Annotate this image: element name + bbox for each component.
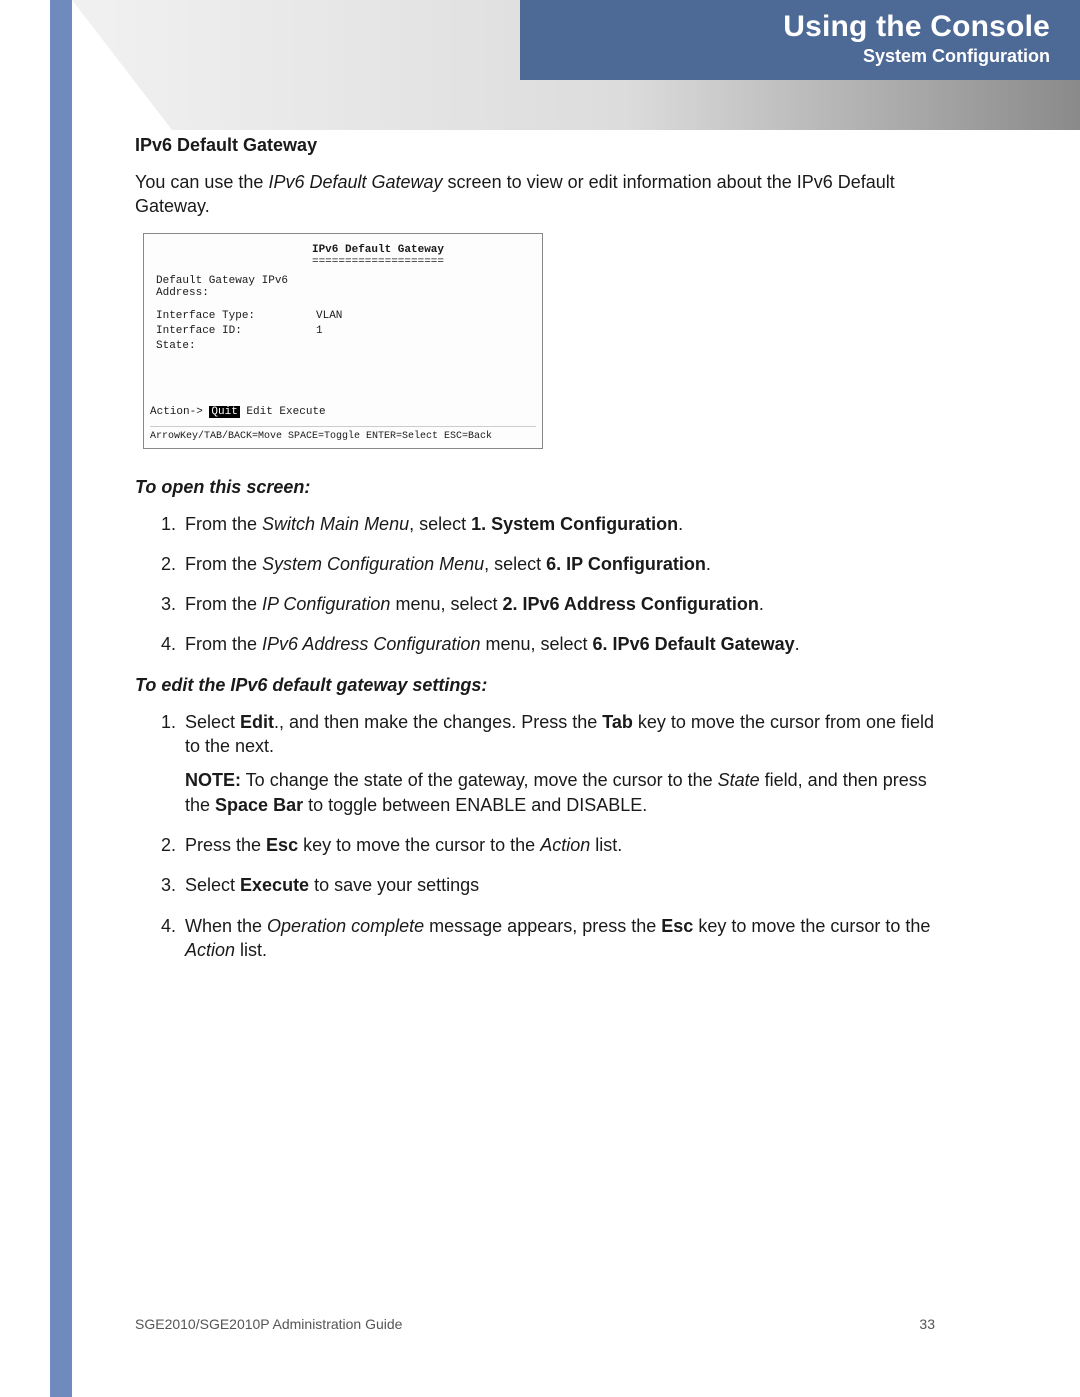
console-action-line: Action-> Quit Edit Execute [150, 406, 536, 418]
list-item: When the Operation complete message appe… [181, 914, 935, 963]
console-label: Interface Type: [156, 310, 316, 322]
console-label: Default Gateway IPv6 Address: [156, 275, 316, 299]
header-subtitle: System Configuration [520, 46, 1050, 67]
header-title: Using the Console [520, 10, 1050, 44]
console-hint: ArrowKey/TAB/BACK=Move SPACE=Toggle ENTE… [150, 426, 536, 442]
action-prefix: Action-> [150, 406, 203, 418]
list-item: From the IP Configuration menu, select 2… [181, 592, 935, 616]
footer-left: SGE2010/SGE2010P Administration Guide [135, 1316, 402, 1332]
console-value: VLAN [316, 310, 342, 322]
list-item: From the IPv6 Address Configuration menu… [181, 632, 935, 656]
console-value: 1 [316, 325, 323, 337]
intro-text-a: You can use the [135, 172, 268, 192]
edit-steps: Select Edit., and then make the changes.… [181, 710, 935, 962]
list-item: Select Execute to save your settings [181, 873, 935, 897]
list-item: Press the Esc key to move the cursor to … [181, 833, 935, 857]
list-item: Select Edit., and then make the changes.… [181, 710, 935, 817]
page-number: 33 [919, 1316, 935, 1332]
console-bottom: Action-> Quit Edit Execute ArrowKey/TAB/… [150, 406, 536, 442]
open-steps: From the Switch Main Menu, select 1. Sys… [181, 512, 935, 657]
console-screenshot: IPv6 Default Gateway ===================… [143, 233, 543, 449]
console-label: Interface ID: [156, 325, 316, 337]
note-label: NOTE: [185, 770, 241, 790]
section-heading: IPv6 Default Gateway [135, 135, 935, 156]
left-vertical-stripe [50, 0, 72, 1397]
console-row: Default Gateway IPv6 Address: [156, 275, 530, 299]
console-row: Interface ID: 1 [156, 325, 530, 337]
console-row: State: [156, 340, 530, 352]
page-footer: SGE2010/SGE2010P Administration Guide 33 [135, 1316, 935, 1332]
console-underline: ==================== [226, 256, 530, 268]
open-heading: To open this screen: [135, 477, 935, 498]
header-dark-block: Using the Console System Configuration [520, 0, 1080, 80]
action-selected: Quit [209, 406, 239, 418]
intro-italic: IPv6 Default Gateway [268, 172, 442, 192]
console-title: IPv6 Default Gateway [226, 244, 530, 256]
page-header: Using the Console System Configuration [72, 0, 1080, 130]
action-rest: Edit Execute [240, 406, 326, 418]
list-item: From the System Configuration Menu, sele… [181, 552, 935, 576]
console-row: Interface Type: VLAN [156, 310, 530, 322]
console-label: State: [156, 340, 316, 352]
note-block: NOTE: To change the state of the gateway… [185, 768, 935, 817]
list-item: From the Switch Main Menu, select 1. Sys… [181, 512, 935, 536]
intro-paragraph: You can use the IPv6 Default Gateway scr… [135, 170, 935, 219]
edit-heading: To edit the IPv6 default gateway setting… [135, 675, 935, 696]
page-content: IPv6 Default Gateway You can use the IPv… [135, 135, 935, 978]
